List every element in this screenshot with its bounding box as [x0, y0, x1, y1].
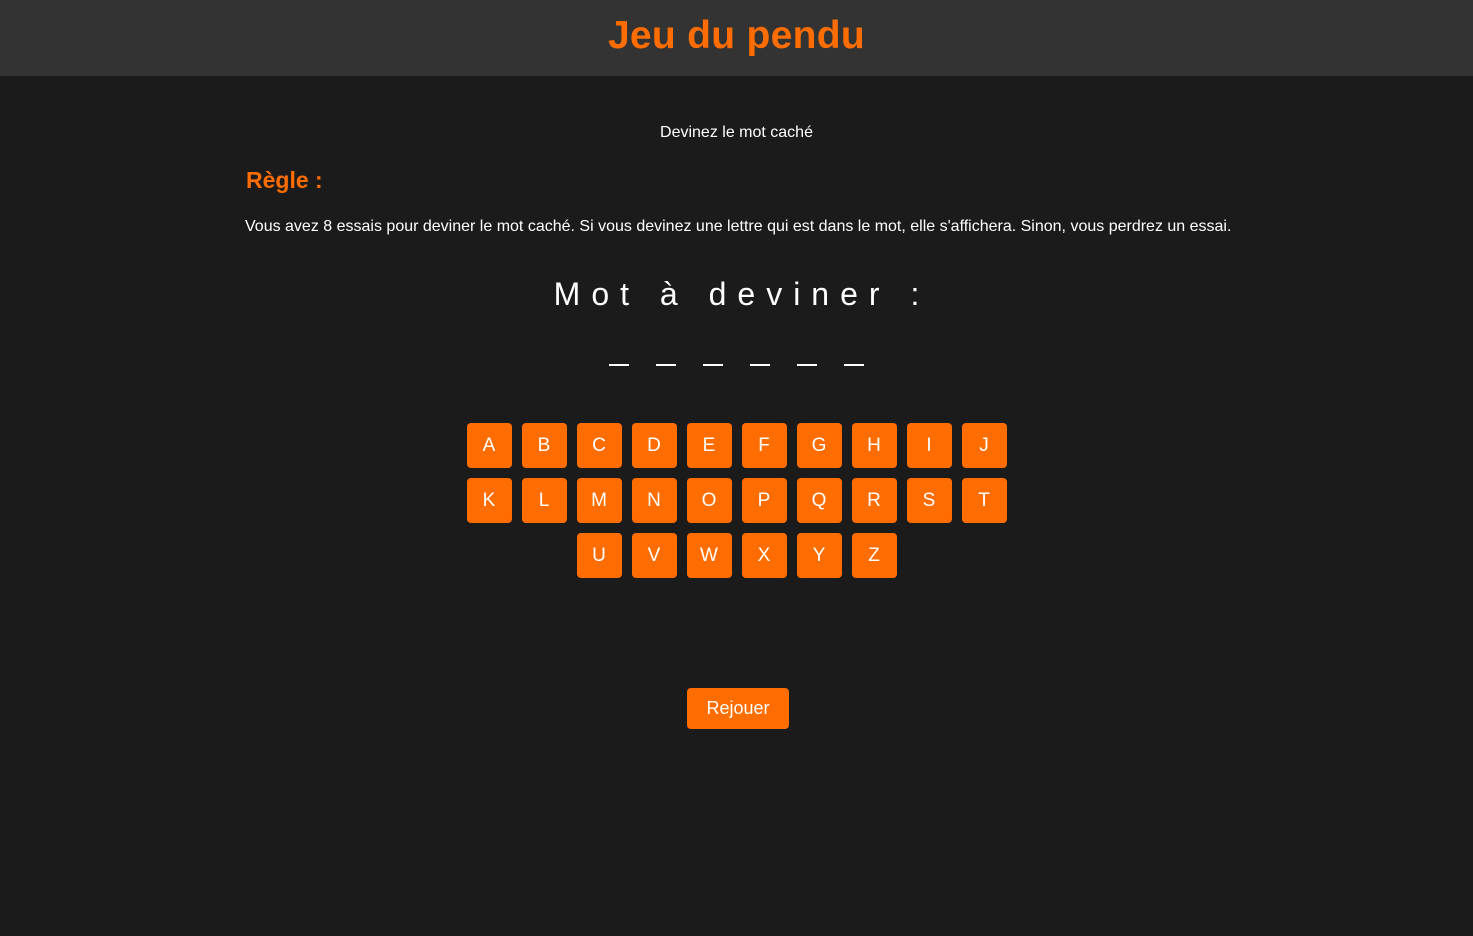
letter-key-v[interactable]: V [631, 533, 677, 578]
page-title: Jeu du pendu [607, 13, 866, 57]
subtitle: Devinez le mot caché [660, 124, 813, 141]
letter-key-r[interactable]: R [851, 478, 897, 523]
letter-key-l[interactable]: L [521, 478, 567, 523]
letter-key-p[interactable]: P [741, 478, 787, 523]
letter-slot [609, 340, 629, 366]
keyboard-row: ABCDEFGHIJ [466, 423, 1007, 468]
letter-key-j[interactable]: J [961, 423, 1007, 468]
keyboard-row: KLMNOPQRST [466, 478, 1007, 523]
word-label: Mot à deviner : [553, 276, 931, 312]
letter-key-e[interactable]: E [686, 423, 732, 468]
letter-keyboard: ABCDEFGHIJ KLMNOPQRST UVWXYZ [0, 423, 1473, 578]
letter-key-x[interactable]: X [741, 533, 787, 578]
replay-button[interactable]: Rejouer [687, 688, 789, 729]
letter-key-g[interactable]: G [796, 423, 842, 468]
letter-slot [844, 340, 864, 366]
letter-key-c[interactable]: C [576, 423, 622, 468]
letter-key-s[interactable]: S [906, 478, 952, 523]
letter-key-i[interactable]: I [906, 423, 952, 468]
letter-key-t[interactable]: T [961, 478, 1007, 523]
rules-heading: Règle : [246, 167, 323, 193]
letter-key-n[interactable]: N [631, 478, 677, 523]
letter-slot [797, 340, 817, 366]
letter-key-o[interactable]: O [686, 478, 732, 523]
letter-key-a[interactable]: A [466, 423, 512, 468]
letter-key-f[interactable]: F [741, 423, 787, 468]
letter-key-m[interactable]: M [576, 478, 622, 523]
letter-key-z[interactable]: Z [851, 533, 897, 578]
letter-key-h[interactable]: H [851, 423, 897, 468]
letter-key-u[interactable]: U [576, 533, 622, 578]
letter-key-b[interactable]: B [521, 423, 567, 468]
letter-key-w[interactable]: W [686, 533, 732, 578]
keyboard-row: UVWXYZ [576, 533, 897, 578]
letter-key-y[interactable]: Y [796, 533, 842, 578]
letter-key-d[interactable]: D [631, 423, 677, 468]
letter-key-k[interactable]: K [466, 478, 512, 523]
letter-slot [656, 340, 676, 366]
hidden-word [0, 340, 1473, 366]
header-bar: Jeu du pendu [0, 0, 1473, 76]
rules-text: Vous avez 8 essais pour deviner le mot c… [245, 218, 1232, 235]
letter-key-q[interactable]: Q [796, 478, 842, 523]
letter-slot [703, 340, 723, 366]
letter-slot [750, 340, 770, 366]
